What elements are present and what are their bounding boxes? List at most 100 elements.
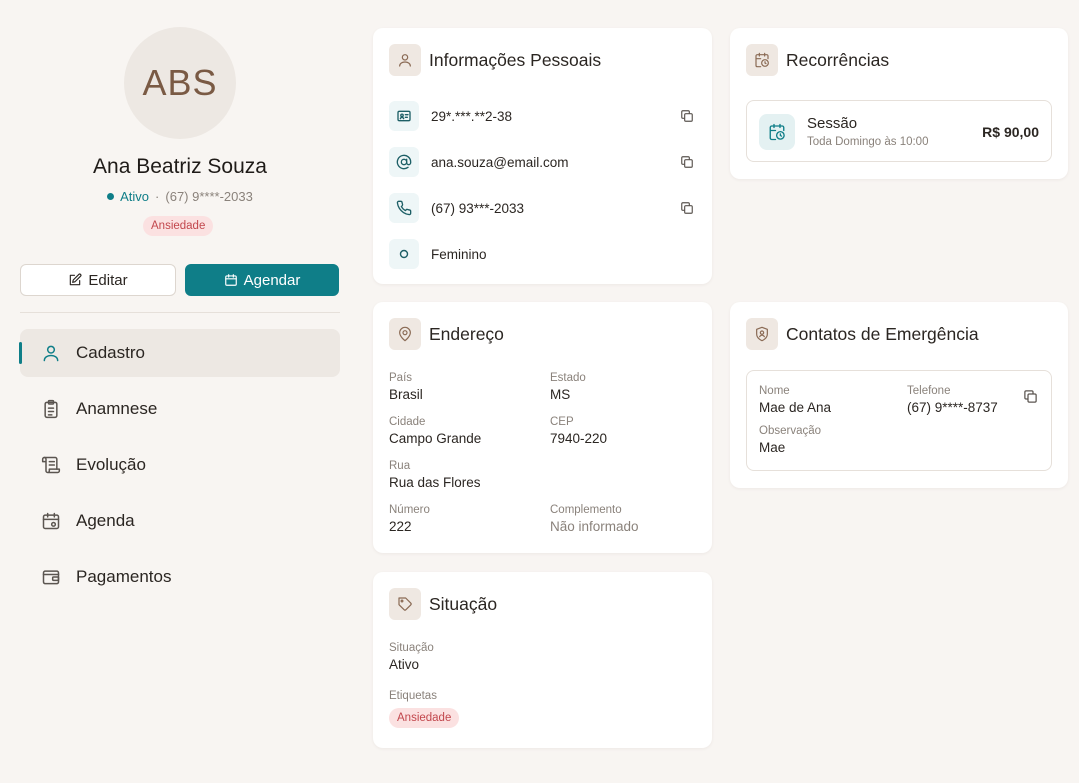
contact-phone-field: Telefone (67) 9****-8737 (907, 385, 998, 415)
emergency-contact-item: Nome Mae de Ana Telefone (67) 9****-8737… (746, 370, 1052, 471)
field-label: Complemento (550, 504, 622, 516)
wallet-icon (40, 566, 62, 588)
address-card: Endereço País Brasil Estado MS Cidade Ca… (373, 302, 712, 553)
field-label: Telefone (907, 385, 951, 397)
field-value: 222 (389, 519, 412, 534)
situation-tag: Ansiedade (389, 708, 460, 728)
field-label: CEP (550, 416, 574, 428)
field-value: Campo Grande (389, 431, 482, 446)
field-label: Observação (759, 425, 822, 437)
card-header: Contatos de Emergência (746, 318, 979, 350)
field-value: 7940-220 (550, 431, 608, 446)
field-label: Estado (550, 372, 586, 384)
nav-item-pagamentos[interactable]: Pagamentos (20, 553, 340, 601)
status-dot-icon (107, 193, 115, 200)
email-row: ana.souza@email.com (389, 147, 696, 177)
email-value: ana.souza@email.com (431, 154, 569, 170)
field-value: (67) 9****-8737 (907, 400, 998, 415)
state-field: Estado MS (550, 372, 586, 402)
copy-icon[interactable] (678, 153, 696, 171)
nav-item-anamnese[interactable]: Anamnese (20, 385, 340, 433)
nav-label: Evolução (76, 455, 146, 474)
schedule-button[interactable]: Agendar (185, 264, 339, 296)
edit-button[interactable]: Editar (20, 264, 176, 296)
field-label: Número (389, 504, 430, 516)
field-label: Rua (389, 460, 411, 472)
street-field: Rua Rua das Flores (389, 460, 481, 490)
card-title: Situação (429, 593, 498, 614)
phone-icon (389, 193, 419, 223)
field-label: Situação (389, 642, 434, 654)
contact-note-field: Observação Mae (759, 425, 821, 455)
clipboard-icon (40, 398, 62, 420)
tags-field: Etiquetas Ansiedade (389, 690, 460, 728)
phone-row: (67) 93***-2033 (389, 193, 696, 223)
status-label: Ativo (120, 189, 150, 204)
field-value: Não informado (550, 519, 639, 534)
number-field: Número 222 (389, 504, 430, 534)
card-title: Contatos de Emergência (786, 323, 979, 344)
card-title: Informações Pessoais (429, 49, 602, 70)
zip-field: CEP 7940-220 (550, 416, 607, 446)
user-icon (389, 44, 421, 76)
gender-value: Feminino (431, 246, 487, 262)
card-header: Situação (389, 588, 497, 620)
calendar-clock-icon (746, 44, 778, 76)
nav-item-cadastro[interactable]: Cadastro (19, 329, 340, 377)
document-value: 29*.***.**2-38 (431, 108, 513, 124)
card-title: Recorrências (786, 49, 890, 70)
id-card-icon (389, 101, 419, 131)
nav-label: Cadastro (76, 343, 145, 362)
calendar-plus-icon (224, 274, 237, 286)
card-header: Endereço (389, 318, 504, 350)
contact-name-field: Nome Mae de Ana (759, 385, 831, 415)
recurrence-item[interactable]: Sessão Toda Domingo às 10:00 R$ 90,00 (746, 100, 1052, 162)
field-label: Cidade (389, 416, 426, 428)
profile-name: Ana Beatriz Souza (93, 155, 267, 178)
nav-label: Agenda (76, 511, 135, 530)
card-header: Informações Pessoais (389, 44, 601, 76)
copy-icon[interactable] (678, 199, 696, 217)
user-icon (40, 342, 62, 364)
status-line: Ativo · (67) 9****-2033 (0, 189, 360, 204)
nav-item-evolucao[interactable]: Evolução (20, 441, 340, 489)
calendar-icon (40, 510, 62, 532)
field-value: Ativo (389, 657, 420, 672)
personal-info-card: Informações Pessoais 29*.***.**2-38 ana.… (373, 28, 712, 284)
tag-icon (389, 588, 421, 620)
scroll-icon (40, 454, 62, 476)
document-row: 29*.***.**2-38 (389, 101, 696, 131)
field-value: Rua das Flores (389, 475, 481, 490)
profile-tag: Ansiedade (143, 216, 214, 236)
card-header: Recorrências (746, 44, 889, 76)
field-label: País (389, 372, 413, 384)
emergency-contacts-card: Contatos de Emergência Nome Mae de Ana T… (730, 302, 1068, 488)
recurrences-card: Recorrências Sessão Toda Domingo às 10:0… (730, 28, 1068, 179)
nav-label: Pagamentos (76, 567, 172, 586)
card-title: Endereço (429, 323, 504, 344)
avatar: ABS (124, 27, 236, 139)
recurrence-name: Sessão (807, 115, 858, 132)
calendar-clock-icon (759, 114, 795, 150)
city-field: Cidade Campo Grande (389, 416, 481, 446)
field-label: Nome (759, 385, 790, 397)
copy-icon[interactable] (1021, 387, 1039, 405)
recurrence-price: R$ 90,00 (982, 124, 1039, 140)
schedule-button-label: Agendar (243, 271, 301, 289)
nav-label: Anamnese (76, 399, 158, 418)
country-field: País Brasil (389, 372, 423, 402)
copy-icon[interactable] (678, 107, 696, 125)
gender-row: Feminino (389, 239, 696, 269)
nav-item-agenda[interactable]: Agenda (20, 497, 340, 545)
map-pin-icon (389, 318, 421, 350)
field-value: Mae (759, 440, 786, 455)
shield-user-icon (746, 318, 778, 350)
recurrence-schedule: Toda Domingo às 10:00 (807, 136, 929, 148)
field-value: Brasil (389, 387, 423, 402)
circle-icon (389, 239, 419, 269)
edit-button-label: Editar (88, 271, 128, 289)
complement-field: Complemento Não informado (550, 504, 639, 534)
edit-icon (70, 273, 82, 286)
at-sign-icon (389, 147, 419, 177)
field-value: MS (550, 387, 571, 402)
